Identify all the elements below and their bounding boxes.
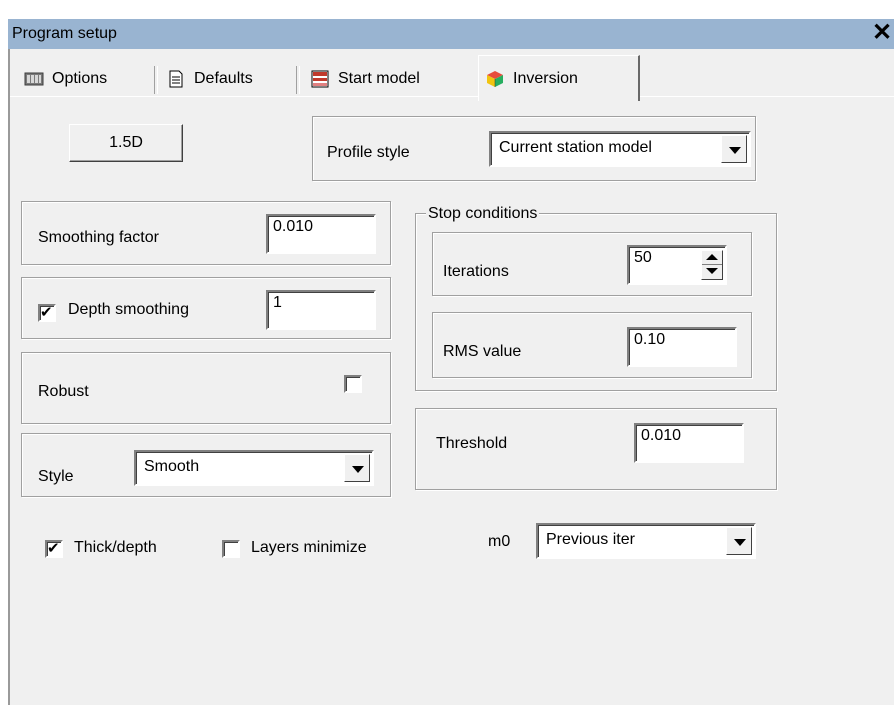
spin-down-icon[interactable] bbox=[702, 265, 722, 278]
defaults-icon bbox=[166, 70, 186, 88]
layers-minimize-checkbox[interactable] bbox=[222, 540, 240, 558]
threshold-input[interactable]: 0.010 bbox=[634, 423, 744, 463]
tab-defaults-label: Defaults bbox=[194, 70, 253, 87]
style-label: Style bbox=[38, 468, 74, 485]
threshold-label: Threshold bbox=[436, 435, 508, 452]
chevron-down-icon[interactable] bbox=[721, 135, 747, 163]
mode-1-5d-button[interactable]: 1.5D bbox=[69, 124, 183, 162]
window-title: Program setup bbox=[12, 25, 117, 42]
iterations-label: Iterations bbox=[443, 263, 509, 280]
m0-value: Previous iter bbox=[546, 531, 635, 548]
title-bar[interactable]: Program setup ✕ bbox=[8, 19, 894, 49]
profile-style-group: Profile style Current station model bbox=[312, 116, 756, 181]
profile-style-select[interactable]: Current station model bbox=[489, 131, 751, 167]
profile-style-label: Profile style bbox=[327, 144, 410, 161]
dialog-body: Options Defaults Start model Inversion 1… bbox=[8, 49, 894, 705]
tab-inversion[interactable]: Inversion bbox=[478, 55, 640, 101]
depth-smoothing-group: Depth smoothing 1 bbox=[21, 277, 391, 339]
tab-start-model-label: Start model bbox=[338, 70, 420, 87]
tab-inversion-label: Inversion bbox=[513, 69, 578, 87]
smoothing-factor-label: Smoothing factor bbox=[38, 229, 159, 246]
rms-group: RMS value 0.10 bbox=[432, 312, 752, 378]
iterations-value[interactable]: 50 bbox=[634, 249, 652, 266]
smoothing-factor-input[interactable]: 0.010 bbox=[266, 214, 376, 254]
iterations-input: 50 bbox=[627, 245, 727, 285]
profile-style-value: Current station model bbox=[499, 139, 652, 156]
layers-minimize-label: Layers minimize bbox=[251, 539, 367, 556]
window-left-border bbox=[8, 49, 10, 705]
m0-select[interactable]: Previous iter bbox=[536, 523, 756, 559]
stop-conditions-group: Stop conditions Iterations 50 RMS value … bbox=[415, 205, 777, 391]
thick-depth-label: Thick/depth bbox=[74, 539, 157, 556]
tab-strip: Options Defaults Start model Inversion bbox=[8, 49, 894, 101]
tab-defaults[interactable]: Defaults bbox=[160, 62, 300, 96]
rms-label: RMS value bbox=[443, 343, 522, 360]
smoothing-factor-group: Smoothing factor 0.010 bbox=[21, 201, 391, 265]
chevron-down-icon[interactable] bbox=[726, 527, 752, 555]
chevron-down-icon[interactable] bbox=[344, 454, 370, 482]
close-button[interactable]: ✕ bbox=[871, 21, 893, 45]
stop-conditions-title: Stop conditions bbox=[426, 205, 540, 223]
iterations-spinner[interactable] bbox=[701, 250, 723, 280]
robust-group: Robust bbox=[21, 352, 391, 424]
thick-depth-checkbox[interactable] bbox=[45, 539, 63, 558]
depth-smoothing-label: Depth smoothing bbox=[68, 301, 189, 318]
spin-up-icon[interactable] bbox=[702, 251, 722, 265]
tab-options-label: Options bbox=[52, 70, 108, 87]
style-select[interactable]: Smooth bbox=[134, 450, 374, 486]
inversion-icon bbox=[485, 70, 505, 88]
iterations-group: Iterations 50 bbox=[432, 232, 752, 296]
robust-checkbox[interactable] bbox=[344, 375, 362, 393]
robust-label: Robust bbox=[38, 383, 89, 400]
m0-label: m0 bbox=[488, 533, 511, 550]
style-group: Style Smooth bbox=[21, 433, 391, 497]
threshold-group: Threshold 0.010 bbox=[415, 408, 777, 490]
style-value: Smooth bbox=[144, 458, 200, 475]
program-setup-window: Program setup ✕ Options Defaults Start m… bbox=[0, 0, 894, 705]
rms-input[interactable]: 0.10 bbox=[627, 327, 737, 367]
tab-options[interactable]: Options bbox=[18, 62, 158, 96]
depth-smoothing-checkbox[interactable] bbox=[38, 303, 56, 322]
depth-smoothing-input[interactable]: 1 bbox=[266, 290, 376, 330]
tab-start-model[interactable]: Start model bbox=[304, 62, 476, 96]
start-model-icon bbox=[310, 70, 330, 88]
options-icon bbox=[24, 70, 44, 88]
